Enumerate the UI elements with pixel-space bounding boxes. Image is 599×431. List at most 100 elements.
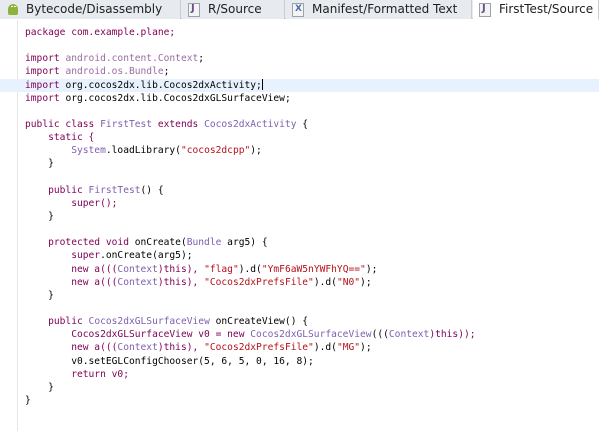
- constructor-type: Cocos2dxGLSurfaceView: [250, 329, 372, 341]
- tab-bytecode-disassembly[interactable]: Bytecode/Disassembly: [0, 0, 181, 19]
- class-modifiers: public class: [25, 118, 101, 130]
- code-line-current: import org.cocos2dx.lib.Cocos2dxActivity…: [0, 78, 599, 92]
- punctuation: );: [365, 263, 378, 275]
- import-keyword: import: [25, 79, 60, 91]
- this-keyword: )this));: [429, 329, 476, 341]
- method-name: onCreate(: [134, 237, 187, 249]
- modifier: public: [25, 316, 89, 328]
- local-declaration: Cocos2dxGLSurfaceView v0 = new: [25, 329, 251, 341]
- code-line: import org.cocos2dx.lib.Cocos2dxGLSurfac…: [25, 92, 291, 104]
- punctuation: );: [360, 342, 372, 354]
- code-line: }: [25, 381, 54, 393]
- return-type: Cocos2dxGLSurfaceView: [88, 316, 210, 328]
- package-declaration: package com.example.plane;: [25, 27, 176, 38]
- class-name: FirstTest: [100, 118, 153, 130]
- tab-manifest-formatted-text[interactable]: Manifest/Formatted Text: [286, 0, 472, 19]
- string-literal: "Cocos2dxPrefsFile": [204, 276, 314, 288]
- code-line: return v0;: [25, 368, 129, 380]
- code-line: protected void onCreate(Bundle arg5) {: [25, 236, 599, 249]
- cast-type: Context: [117, 342, 158, 354]
- punctuation: (((: [371, 329, 389, 341]
- string-literal: "cocos2dcpp": [180, 145, 251, 157]
- method-call: ).d(: [313, 276, 337, 288]
- method-name: onCreateView() {: [209, 316, 309, 328]
- cast-type: Context: [388, 329, 430, 341]
- extends-keyword: extends: [152, 118, 205, 130]
- method-call: .onCreate(arg5);: [100, 250, 193, 262]
- this-keyword: )this),: [157, 342, 205, 354]
- this-keyword: )this),: [157, 263, 205, 275]
- code-line: import android.content.Context;: [25, 53, 205, 65]
- xml-file-icon: [292, 2, 306, 17]
- code-line: public FirstTest() {: [25, 184, 599, 197]
- tab-r-source[interactable]: R/Source: [182, 0, 285, 19]
- string-literal: "Cocos2dxPrefsFile": [204, 342, 314, 354]
- tab-label: Manifest/Formatted Text: [312, 2, 458, 16]
- modifier: protected void: [25, 237, 135, 249]
- method-call: .loadLibrary(: [105, 145, 181, 157]
- java-file-icon: [188, 2, 202, 17]
- string-literal: "MG": [336, 342, 361, 354]
- new-expression: new a(((: [25, 342, 118, 354]
- code-line: v0.setEGLConfigChooser(5, 6, 5, 0, 16, 8…: [25, 355, 314, 367]
- code-line: new a(((Context)this), "Cocos2dxPrefsFil…: [25, 341, 599, 354]
- import-keyword: import: [25, 53, 60, 65]
- punctuation: arg5) {: [221, 237, 268, 249]
- code-line: }: [25, 289, 54, 301]
- tab-label: FirstTest/Source: [499, 2, 594, 16]
- editor-tab-bar: Bytecode/Disassembly R/Source Manifest/F…: [0, 0, 599, 20]
- method-call: ).d(: [313, 342, 337, 354]
- code-line: package com.example.plane;: [25, 26, 599, 39]
- system-class: System: [25, 145, 106, 157]
- this-keyword: )this),: [157, 276, 205, 288]
- code-line: }: [25, 394, 31, 406]
- punctuation: );: [360, 276, 372, 288]
- code-line: public Cocos2dxGLSurfaceView onCreateVie…: [25, 315, 599, 328]
- source-editor[interactable]: package com.example.plane; import androi…: [0, 20, 599, 431]
- code-line: new a(((Context)this), "Cocos2dxPrefsFil…: [25, 276, 599, 289]
- code-line: Cocos2dxGLSurfaceView v0 = new Cocos2dxG…: [25, 328, 599, 341]
- punctuation: );: [250, 145, 262, 157]
- java-file-icon: [479, 2, 493, 17]
- code-line: static {: [25, 132, 95, 144]
- string-literal: "N0": [336, 276, 361, 288]
- code-line: new a(((Context)this), "flag").d("YmF6aW…: [25, 263, 599, 276]
- constructor-name: FirstTest: [88, 184, 141, 196]
- new-expression: new a(((: [25, 263, 118, 275]
- text-caret: [261, 79, 263, 91]
- code-line: import android.os.Bundle;: [25, 66, 170, 78]
- punctuation: () {: [140, 184, 164, 196]
- code-line: }: [25, 210, 54, 222]
- import-keyword: import: [25, 92, 60, 104]
- import-path: org.cocos2dx.lib.Cocos2dxActivity: [65, 79, 257, 91]
- cast-type: Context: [117, 276, 158, 288]
- import-keyword: import: [25, 66, 60, 78]
- super-keyword: super: [25, 250, 101, 262]
- new-expression: new a(((: [25, 276, 118, 288]
- string-literal: "YmF6aW5nYWFhYQ==": [261, 263, 366, 275]
- tab-label: Bytecode/Disassembly: [26, 2, 163, 16]
- modifier: public: [25, 184, 89, 196]
- code-line: }: [25, 158, 54, 170]
- method-call: ).d(: [238, 263, 262, 275]
- code-line: super();: [25, 197, 118, 209]
- code-area[interactable]: package com.example.plane; import androi…: [0, 26, 599, 407]
- tab-firsttest-source[interactable]: FirstTest/Source: [473, 0, 599, 20]
- code-line: System.loadLibrary("cocos2dcpp");: [25, 144, 599, 157]
- tab-label: R/Source: [208, 2, 262, 16]
- code-line: super.onCreate(arg5);: [25, 249, 599, 262]
- code-line: public class FirstTest extends Cocos2dxA…: [25, 118, 599, 131]
- brace: {: [296, 118, 309, 130]
- import-path: android.os.Bundle: [65, 66, 164, 78]
- import-path: org.cocos2dx.lib.Cocos2dxGLSurfaceView: [65, 92, 285, 104]
- import-path: android.content.Context: [65, 53, 199, 65]
- string-literal: "flag": [204, 263, 239, 275]
- android-icon: [6, 3, 20, 17]
- param-type: Bundle: [186, 237, 222, 249]
- cast-type: Context: [117, 263, 158, 275]
